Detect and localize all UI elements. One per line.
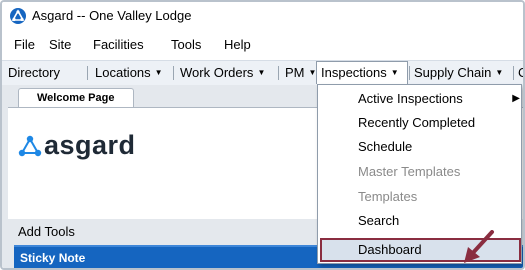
chevron-down-icon: ▼ [257, 68, 266, 77]
module-toolbar: Directory Locations ▼ Work Orders ▼ PM ▼ In… [2, 60, 523, 86]
chevron-down-icon: ▼ [308, 68, 317, 77]
menu-facilities[interactable]: Facilities [93, 37, 144, 52]
tab-welcome-page[interactable]: Welcome Page [18, 88, 134, 108]
chevron-down-icon: ▼ [495, 68, 504, 77]
toolbar-inspections-label: Inspections [321, 65, 387, 80]
toolbar-separator [409, 66, 410, 80]
menu-tools[interactable]: Tools [171, 37, 201, 52]
window-title: Asgard -- One Valley Lodge [32, 8, 192, 23]
toolbar-separator [513, 66, 514, 80]
menu-item-master-templates: Master Templates [358, 164, 461, 179]
app-logo-icon [10, 8, 26, 24]
toolbar-directory[interactable]: Directory [8, 65, 60, 80]
toolbar-overflow-item[interactable]: C [518, 65, 523, 80]
menu-file[interactable]: File [14, 37, 35, 52]
menu-bar: File Site Facilities Tools Help [2, 34, 523, 56]
menu-item-dashboard[interactable]: Dashboard [358, 242, 422, 257]
menu-site[interactable]: Site [49, 37, 71, 52]
menu-item-templates: Templates [358, 189, 418, 204]
menu-item-recently-completed[interactable]: Recently Completed [358, 115, 475, 130]
menu-item-search[interactable]: Search [358, 213, 399, 228]
toolbar-inspections[interactable]: Inspections ▼ [321, 65, 399, 80]
sticky-note-label: Sticky Note [20, 251, 86, 265]
menu-help[interactable]: Help [224, 37, 251, 52]
app-window: Asgard -- One Valley Lodge File Site Fac… [0, 0, 525, 270]
toolbar-pm-label: PM [285, 65, 305, 80]
toolbar-locations[interactable]: Locations ▼ [95, 65, 163, 80]
menu-item-active-inspections-label: Active Inspections [358, 91, 463, 106]
toolbar-separator [173, 66, 174, 80]
chevron-down-icon: ▼ [154, 68, 163, 77]
toolbar-supply-chain-label: Supply Chain [414, 65, 492, 80]
toolbar-work-orders-label: Work Orders [180, 65, 254, 80]
toolbar-pm[interactable]: PM ▼ [285, 65, 316, 80]
toolbar-separator [278, 66, 279, 80]
chevron-down-icon: ▼ [390, 68, 399, 77]
toolbar-separator [87, 66, 88, 80]
toolbar-work-orders[interactable]: Work Orders ▼ [180, 65, 265, 80]
toolbar-locations-label: Locations [95, 65, 151, 80]
chevron-right-icon: ▶ [512, 93, 520, 104]
add-tools-label: Add Tools [18, 224, 75, 239]
menu-item-active-inspections[interactable]: Active Inspections ▶ [358, 91, 520, 106]
title-bar: Asgard -- One Valley Lodge [2, 2, 523, 30]
menu-item-schedule[interactable]: Schedule [358, 139, 412, 154]
tab-welcome-page-label: Welcome Page [37, 92, 115, 104]
asgard-logo-icon [18, 135, 42, 157]
toolbar-supply-chain[interactable]: Supply Chain ▼ [414, 65, 503, 80]
asgard-logo-text: asgard [44, 130, 136, 160]
pointer-arrow-icon [464, 230, 494, 263]
